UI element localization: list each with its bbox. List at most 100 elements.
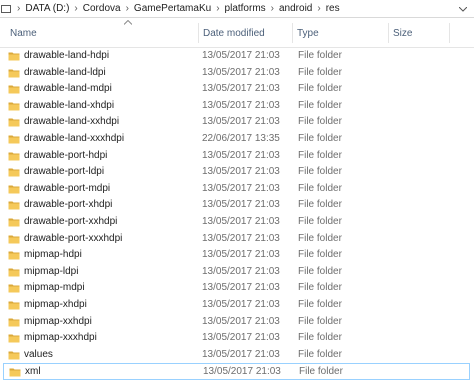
file-name[interactable]: drawable-port-xhdpi xyxy=(24,199,112,210)
file-type: File folder xyxy=(298,50,342,61)
folder-icon xyxy=(8,333,20,343)
file-row[interactable]: drawable-land-mdpi 13/05/2017 21:03 File f… xyxy=(0,81,474,98)
file-row[interactable]: drawable-land-ldpi 13/05/2017 21:03 File f… xyxy=(0,65,474,82)
file-type: File folder xyxy=(298,116,342,128)
breadcrumb-separator-icon[interactable]: › xyxy=(315,3,322,14)
file-date-modified: 13/05/2017 21:03 xyxy=(202,215,280,227)
file-name[interactable]: mipmap-ldpi xyxy=(24,266,78,277)
column-header-size[interactable]: Size xyxy=(389,18,449,48)
file-name[interactable]: mipmap-mdpi xyxy=(24,282,85,293)
file-name[interactable]: drawable-land-mdpi xyxy=(24,83,112,94)
column-divider[interactable] xyxy=(449,23,450,43)
file-name[interactable]: mipmap-hdpi xyxy=(24,249,82,260)
file-date-modified: 13/05/2017 21:03 xyxy=(202,298,280,310)
breadcrumb-android[interactable]: android xyxy=(276,3,315,14)
breadcrumb-separator-icon[interactable]: › xyxy=(15,3,22,14)
file-name[interactable]: drawable-land-xhdpi xyxy=(24,100,114,111)
breadcrumb-drive[interactable]: DATA (D:) xyxy=(22,3,72,14)
file-row[interactable]: drawable-land-hdpi 13/05/2017 21:03 File f… xyxy=(0,48,474,65)
file-name[interactable]: drawable-land-xxxhdpi xyxy=(24,133,124,144)
file-row[interactable]: drawable-port-xxhdpi 13/05/2017 21:03 File… xyxy=(0,214,474,231)
file-name[interactable]: drawable-land-xxhdpi xyxy=(24,116,119,127)
file-type: File folder xyxy=(298,298,342,310)
breadcrumb-cordova[interactable]: Cordova xyxy=(80,3,124,14)
column-header-type[interactable]: Type xyxy=(293,18,387,48)
file-row[interactable]: drawable-port-mdpi 13/05/2017 21:03 File f… xyxy=(0,181,474,198)
column-header-row: Name Date modified Type Size xyxy=(0,18,474,48)
file-type: File folder xyxy=(298,166,342,178)
file-name[interactable]: drawable-land-ldpi xyxy=(24,67,106,78)
folder-icon xyxy=(8,101,20,111)
file-name[interactable]: drawable-port-xxhdpi xyxy=(24,216,117,227)
breadcrumb-res[interactable]: res xyxy=(323,3,343,14)
file-row[interactable]: values 13/05/2017 21:03 File folder xyxy=(0,347,474,364)
file-row[interactable]: mipmap-ldpi 13/05/2017 21:03 File folder xyxy=(0,264,474,281)
folder-icon xyxy=(8,283,20,293)
folder-icon xyxy=(8,184,20,194)
breadcrumb-separator-icon[interactable]: › xyxy=(269,3,276,14)
file-row[interactable]: mipmap-mdpi 13/05/2017 21:03 File folder xyxy=(0,280,474,297)
folder-icon xyxy=(8,350,20,360)
file-type: File folder xyxy=(298,265,342,277)
file-row[interactable]: drawable-port-xxxhdpi 13/05/2017 21:03 Fil… xyxy=(0,231,474,248)
file-date-modified: 13/05/2017 21:03 xyxy=(202,83,280,95)
file-date-modified: 13/05/2017 21:03 xyxy=(202,66,280,78)
file-type: File folder xyxy=(299,366,343,378)
file-date-modified: 13/05/2017 21:03 xyxy=(202,166,280,178)
file-name[interactable]: drawable-port-hdpi xyxy=(24,150,107,161)
folder-icon xyxy=(8,250,20,260)
file-type: File folder xyxy=(298,66,342,78)
file-type: File folder xyxy=(298,332,342,344)
file-row[interactable]: mipmap-xxhdpi 13/05/2017 21:03 File folder xyxy=(0,314,474,331)
breadcrumb-separator-icon[interactable]: › xyxy=(214,3,221,14)
column-header-date-modified[interactable]: Date modified xyxy=(199,18,291,48)
breadcrumb-platforms[interactable]: platforms xyxy=(222,3,269,14)
file-row[interactable]: drawable-land-xxxhdpi 22/06/2017 13:35 Fil… xyxy=(0,131,474,148)
file-date-modified: 13/05/2017 21:03 xyxy=(202,348,280,360)
file-name[interactable]: drawable-port-ldpi xyxy=(24,166,104,177)
address-bar[interactable]: › DATA (D:) › Cordova › GamePertamaKu › … xyxy=(0,0,474,18)
file-date-modified: 13/05/2017 21:03 xyxy=(202,315,280,327)
file-name[interactable]: drawable-port-xxxhdpi xyxy=(24,233,122,244)
file-date-modified: 13/05/2017 21:03 xyxy=(202,50,280,61)
file-list: drawable-land-hdpi 13/05/2017 21:03 File f… xyxy=(0,48,474,380)
file-row[interactable]: xml 13/05/2017 21:03 File folder xyxy=(3,363,470,380)
folder-icon xyxy=(8,234,20,244)
file-date-modified: 13/05/2017 21:03 xyxy=(202,149,280,161)
file-date-modified: 13/05/2017 21:03 xyxy=(202,99,280,111)
breadcrumb-gamepertamaku[interactable]: GamePertamaKu xyxy=(131,3,214,14)
file-type: File folder xyxy=(298,199,342,211)
breadcrumb: › DATA (D:) › Cordova › GamePertamaKu › … xyxy=(15,3,343,14)
file-row[interactable]: mipmap-xhdpi 13/05/2017 21:03 File folder xyxy=(0,297,474,314)
folder-icon xyxy=(8,151,20,161)
file-name[interactable]: drawable-port-mdpi xyxy=(24,183,110,194)
file-row[interactable]: drawable-port-hdpi 13/05/2017 21:03 File f… xyxy=(0,148,474,165)
folder-icon xyxy=(8,300,20,310)
file-type: File folder xyxy=(298,282,342,294)
file-name[interactable]: mipmap-xxxhdpi xyxy=(24,332,97,343)
file-name[interactable]: mipmap-xxhdpi xyxy=(24,316,92,327)
file-row[interactable]: drawable-port-xhdpi 13/05/2017 21:03 File … xyxy=(0,197,474,214)
file-row[interactable]: mipmap-xxxhdpi 13/05/2017 21:03 File folde… xyxy=(0,330,474,347)
file-name[interactable]: xml xyxy=(25,366,41,377)
file-name[interactable]: mipmap-xhdpi xyxy=(24,299,87,310)
file-name[interactable]: values xyxy=(24,349,53,360)
column-header-name[interactable]: Name xyxy=(6,18,198,48)
file-type: File folder xyxy=(298,348,342,360)
file-row[interactable]: drawable-land-xhdpi 13/05/2017 21:03 File … xyxy=(0,98,474,115)
file-type: File folder xyxy=(298,215,342,227)
file-date-modified: 13/05/2017 21:03 xyxy=(202,249,280,261)
this-pc-icon xyxy=(1,4,11,13)
address-history-dropdown-icon[interactable] xyxy=(458,3,468,15)
file-row[interactable]: drawable-land-xxhdpi 13/05/2017 21:03 File… xyxy=(0,114,474,131)
file-row[interactable]: mipmap-hdpi 13/05/2017 21:03 File folder xyxy=(0,247,474,264)
file-date-modified: 13/05/2017 21:03 xyxy=(202,265,280,277)
folder-icon xyxy=(9,367,21,377)
folder-icon xyxy=(8,84,20,94)
file-date-modified: 13/05/2017 21:03 xyxy=(203,366,281,378)
file-type: File folder xyxy=(298,149,342,161)
file-row[interactable]: drawable-port-ldpi 13/05/2017 21:03 File f… xyxy=(0,164,474,181)
file-name[interactable]: drawable-land-hdpi xyxy=(24,50,109,61)
breadcrumb-separator-icon[interactable]: › xyxy=(124,3,131,14)
breadcrumb-separator-icon[interactable]: › xyxy=(72,3,79,14)
